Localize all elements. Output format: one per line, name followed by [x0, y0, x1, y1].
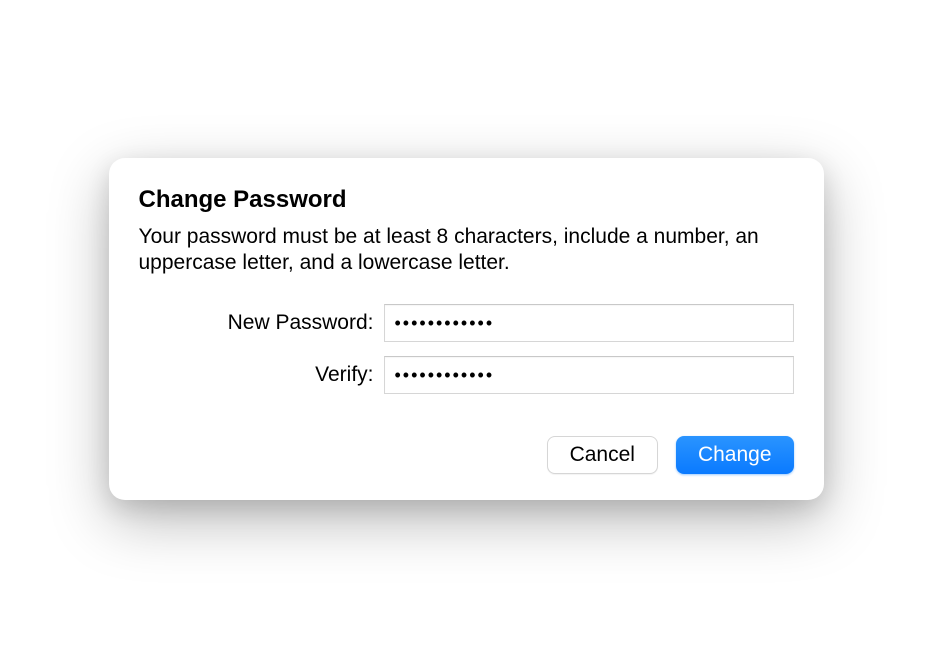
change-password-dialog: Change Password Your password must be at…	[109, 158, 824, 501]
new-password-input[interactable]	[384, 304, 794, 342]
dialog-description: Your password must be at least 8 charact…	[139, 224, 794, 277]
change-button[interactable]: Change	[676, 436, 794, 474]
cancel-button[interactable]: Cancel	[547, 436, 658, 474]
verify-password-input[interactable]	[384, 356, 794, 394]
dialog-title: Change Password	[139, 186, 794, 214]
new-password-row: New Password:	[139, 304, 794, 342]
dialog-button-row: Cancel Change	[139, 436, 794, 474]
verify-password-row: Verify:	[139, 356, 794, 394]
verify-password-label: Verify:	[139, 363, 384, 387]
new-password-label: New Password:	[139, 311, 384, 335]
